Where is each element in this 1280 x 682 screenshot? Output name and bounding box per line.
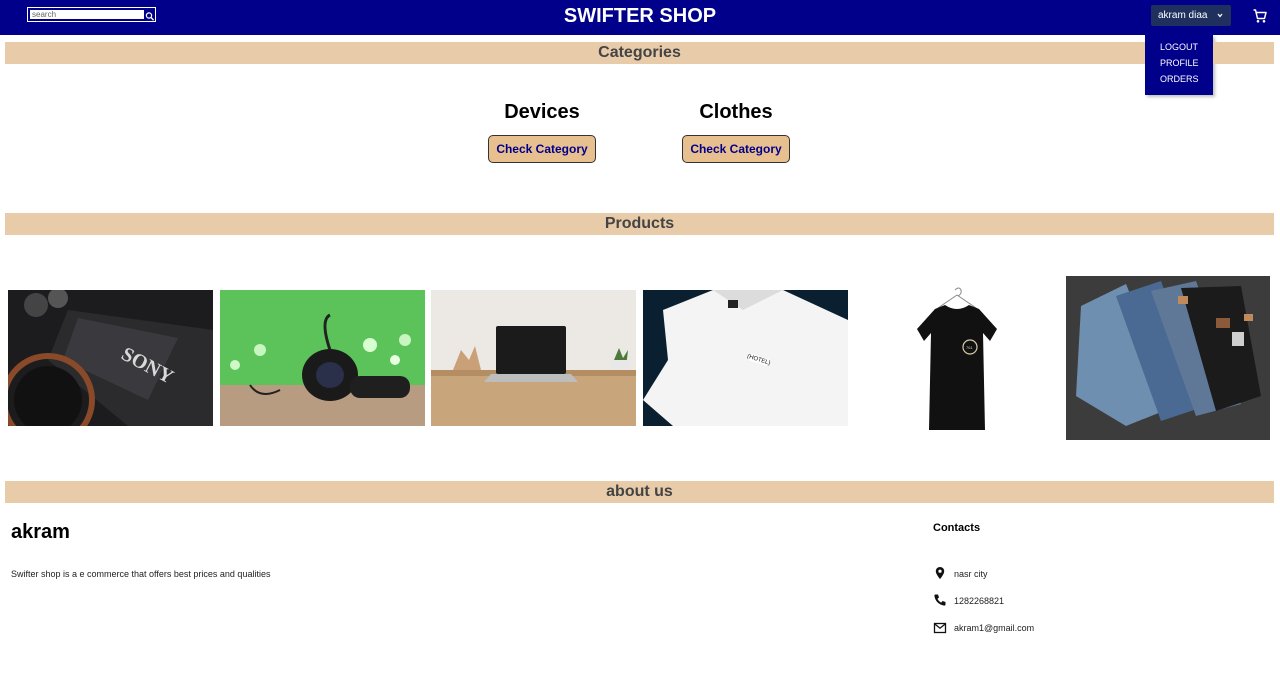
user-name: akram diaa xyxy=(1158,10,1208,21)
location-pin-icon xyxy=(933,566,947,580)
categories-section-bar: Categories xyxy=(5,42,1145,64)
contact-address: nasr city xyxy=(954,569,988,579)
product-card-camera[interactable]: SONY xyxy=(8,290,213,426)
about-section-bar: about us xyxy=(5,481,1274,503)
cart-icon[interactable] xyxy=(1252,8,1268,24)
section-title-products: Products xyxy=(604,215,675,232)
check-category-clothes-button[interactable]: Check Category xyxy=(682,135,790,163)
contact-email: akram1@gmail.com xyxy=(954,623,1035,633)
chevron-down-icon xyxy=(1216,5,1224,26)
jeans-image xyxy=(1066,276,1270,440)
headphones-image xyxy=(220,290,425,426)
about-name: akram xyxy=(11,521,70,543)
product-card-headphones[interactable] xyxy=(220,290,425,426)
search-icon xyxy=(145,12,155,21)
product-card-laptop[interactable] xyxy=(431,290,636,426)
categories-bar-end xyxy=(1213,42,1274,64)
contact-phone: 1282268821 xyxy=(954,596,1005,606)
white-tshirt-image: (HOTEL) xyxy=(643,290,848,426)
sony-camera-image: SONY xyxy=(8,290,213,426)
menu-item-orders[interactable]: ORDERS xyxy=(1160,74,1220,85)
phone-icon xyxy=(933,593,947,607)
mail-icon xyxy=(933,621,947,635)
section-title-categories: Categories xyxy=(598,44,681,61)
top-navbar: SWIFTER SHOP akram diaa xyxy=(0,0,1280,35)
search-button[interactable] xyxy=(145,9,155,21)
laptop-image xyxy=(431,290,636,426)
product-card-black-tshirt[interactable]: 761 xyxy=(855,285,1060,435)
contacts-title: Contacts xyxy=(933,522,981,534)
search-form xyxy=(27,7,156,22)
product-card-jeans[interactable] xyxy=(1066,276,1270,440)
product-card-white-tshirt[interactable]: (HOTEL) xyxy=(643,290,848,426)
category-title-clothes: Clothes xyxy=(699,101,773,123)
category-title-devices: Devices xyxy=(504,101,580,123)
user-menu-button[interactable]: akram diaa xyxy=(1151,5,1231,26)
check-category-devices-button[interactable]: Check Category xyxy=(488,135,596,163)
svg-text:761: 761 xyxy=(966,345,973,350)
search-input[interactable] xyxy=(30,10,144,19)
brand-title[interactable]: SWIFTER SHOP xyxy=(440,4,840,28)
about-description: Swifter shop is a e commerce that offers… xyxy=(11,569,271,579)
products-section-bar: Products xyxy=(5,213,1274,235)
section-title-about: about us xyxy=(606,483,673,500)
black-tshirt-image: 761 xyxy=(855,285,1060,435)
